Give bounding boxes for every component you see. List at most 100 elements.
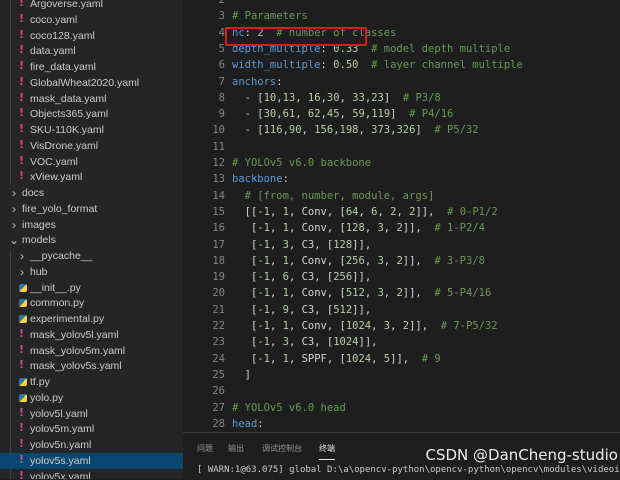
yaml-file-icon	[19, 437, 27, 450]
code-token: [	[232, 320, 258, 332]
line-number: 17	[212, 238, 225, 251]
code-token: ]],	[358, 336, 378, 349]
code-token: backbone	[232, 173, 283, 186]
code-token: ,	[371, 352, 384, 365]
file-item[interactable]: SKU-110K.yaml	[0, 122, 183, 138]
file-item[interactable]: mask_yolov5m.yaml	[0, 343, 183, 359]
chevron-down-icon: ⌄	[9, 233, 20, 248]
code-line[interactable]: backbone:	[232, 171, 289, 187]
code-line[interactable]: # [from, number, module, args]	[232, 188, 435, 204]
tab-output[interactable]: 输出	[228, 443, 244, 454]
file-item[interactable]: xView.yaml	[0, 169, 183, 185]
line-number: 25	[212, 368, 225, 381]
code-line[interactable]: # YOLOv5 v6.0 head	[232, 400, 346, 416]
line-number: 20	[212, 287, 225, 300]
code-line[interactable]: [-1, 1, Conv, [512, 3, 2]], # 5-P4/16	[232, 285, 491, 301]
file-item[interactable]: mask_yolov5l.yaml	[0, 327, 183, 343]
code-line[interactable]: # YOLOv5 v6.0 backbone	[232, 155, 371, 171]
tab-terminal[interactable]: 终端	[319, 443, 335, 460]
code-token: [	[232, 287, 258, 300]
code-token: 128	[333, 238, 353, 251]
code-line[interactable]: width_multiple: 0.50 # layer channel mul…	[232, 57, 523, 73]
code-token: ,	[269, 336, 283, 349]
yaml-file-icon	[19, 91, 27, 104]
file-item[interactable]: experimental.py	[0, 311, 183, 327]
file-item[interactable]: yolov5m.yaml	[0, 421, 183, 437]
python-file-icon	[19, 378, 27, 386]
line-number: 12	[212, 157, 225, 169]
file-item[interactable]: tf.py	[0, 374, 183, 390]
code-line[interactable]: [[-1, 1, Conv, [64, 6, 2, 2]], # 0-P1/2	[232, 204, 498, 220]
code-line[interactable]: head:	[232, 416, 264, 432]
code-token: 33	[352, 91, 365, 104]
tree-item-label: fire_yolo_format	[22, 202, 98, 215]
folder-item[interactable]: › docs	[0, 185, 183, 201]
code-line[interactable]: [-1, 3, C3, [1024]],	[232, 334, 378, 350]
file-item[interactable]: yolov5l.yaml	[0, 406, 183, 422]
file-item[interactable]: VisDrone.yaml	[0, 138, 183, 154]
code-editor[interactable]: 2 3 # Parameters 4 nc: 2 # number of classes…	[183, 0, 620, 432]
file-item[interactable]: fire_data.yaml	[0, 59, 183, 75]
file-item[interactable]: yolo.py	[0, 390, 183, 406]
file-item[interactable]: __init__.py	[0, 280, 183, 296]
code-token: ]],	[390, 352, 410, 365]
code-token: , Conv, [	[288, 320, 346, 332]
code-token: 1024	[345, 352, 372, 365]
file-item[interactable]: common.py	[0, 295, 183, 311]
code-line[interactable]: [-1, 1, Conv, [128, 3, 2]], # 1-P2/4	[232, 220, 485, 236]
chevron-right-icon: ›	[20, 249, 24, 263]
file-item[interactable]: VOC.yaml	[0, 154, 183, 170]
code-line[interactable]: [-1, 1, SPPF, [1024, 5]], # 9	[232, 351, 441, 367]
file-item[interactable]: GlobalWheat2020.yaml	[0, 75, 183, 91]
folder-item[interactable]: ⌄ models	[0, 232, 183, 248]
code-token: # P3/8	[390, 91, 441, 104]
code-token: ,	[383, 287, 397, 300]
code-token: - [	[232, 124, 264, 137]
code-line[interactable]: [-1, 3, C3, [128]],	[232, 237, 371, 253]
file-item[interactable]: coco128.yaml	[0, 28, 183, 44]
tree-item-label: models	[22, 234, 56, 247]
yaml-file-icon	[19, 154, 27, 167]
file-item[interactable]: Argoverse.yaml	[0, 0, 183, 12]
code-token: # Parameters	[232, 10, 308, 23]
code-line[interactable]: [-1, 1, Conv, [1024, 3, 2]], # 7-P5/32	[232, 318, 498, 334]
tree-item-label: mask_yolov5l.yaml	[30, 328, 119, 341]
code-line[interactable]: [-1, 6, C3, [256]],	[232, 269, 371, 285]
tree-item-label: common.py	[30, 297, 85, 310]
code-line[interactable]: # Parameters	[232, 8, 308, 24]
code-line[interactable]: - [10,13, 16,30, 33,23] # P3/8	[232, 90, 441, 106]
tree-item-label: yolo.py	[30, 391, 64, 404]
file-item[interactable]: mask_data.yaml	[0, 91, 183, 107]
file-item[interactable]: yolov5n.yaml	[0, 437, 183, 453]
code-token: [	[232, 336, 258, 349]
code-token: anchors	[232, 75, 277, 88]
code-line[interactable]: - [116,90, 156,198, 373,326] # P5/32	[232, 122, 479, 138]
file-item[interactable]: Objects365.yaml	[0, 106, 183, 122]
tab-problems[interactable]: 问题	[197, 443, 213, 454]
code-token: # P4/16	[396, 108, 454, 121]
code-token: ,	[364, 254, 378, 267]
line-number: 10	[212, 124, 225, 137]
yaml-file-icon	[19, 138, 27, 151]
code-token: ]],	[402, 222, 422, 235]
code-token: -1	[257, 352, 270, 365]
folder-item[interactable]: › images	[0, 217, 183, 233]
code-token: , Conv, [	[288, 287, 346, 300]
code-line[interactable]: ]	[232, 367, 251, 383]
folder-item[interactable]: › __pycache__	[0, 248, 183, 264]
file-item[interactable]: coco.yaml	[0, 12, 183, 28]
file-item[interactable]: mask_yolov5s.yaml	[0, 358, 183, 374]
code-line[interactable]: anchors:	[232, 74, 283, 90]
tree-item-label: yolov5x.yaml	[30, 470, 91, 480]
folder-item[interactable]: › hub	[0, 264, 183, 280]
folder-item[interactable]: › fire_yolo_format	[0, 201, 183, 217]
code-token: [	[232, 222, 258, 235]
yaml-file-icon	[19, 358, 27, 371]
code-line[interactable]: [-1, 1, Conv, [256, 3, 2]], # 3-P3/8	[232, 253, 485, 269]
tab-debug-console[interactable]: 调试控制台	[262, 443, 302, 454]
code-line[interactable]: [-1, 9, C3, [512]],	[232, 302, 371, 318]
file-item[interactable]: data.yaml	[0, 43, 183, 59]
code-line[interactable]: - [30,61, 62,45, 59,119] # P4/16	[232, 106, 454, 122]
file-item[interactable]: yolov5x.yaml	[0, 469, 183, 480]
file-item[interactable]: yolov5s.yaml	[0, 452, 183, 469]
